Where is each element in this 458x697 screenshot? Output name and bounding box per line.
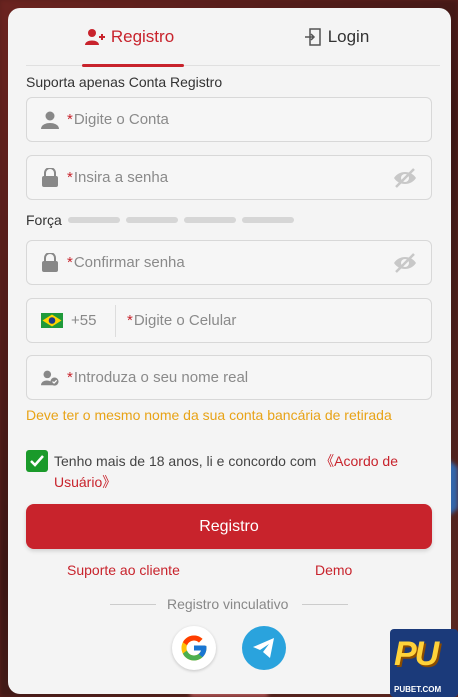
verified-user-icon bbox=[41, 368, 59, 388]
tab-register-label: Registro bbox=[110, 27, 175, 46]
divider-label: Registro vinculativo bbox=[167, 596, 289, 612]
password-input[interactable]: *Insira a senha bbox=[26, 155, 432, 200]
password-placeholder: Insira a senha bbox=[73, 169, 169, 186]
required-mark: * bbox=[127, 312, 133, 329]
password-strength: Força bbox=[26, 212, 294, 228]
tab-register[interactable]: Registro bbox=[26, 8, 233, 66]
strength-bar bbox=[241, 217, 294, 223]
required-mark: * bbox=[67, 169, 73, 186]
auth-tabs: Registro Login bbox=[26, 8, 440, 67]
eye-off-icon[interactable] bbox=[393, 167, 417, 189]
lock-icon bbox=[41, 168, 59, 188]
add-user-icon bbox=[84, 29, 105, 45]
support-link[interactable]: Suporte ao cliente bbox=[67, 562, 180, 578]
account-placeholder: Digite o Conta bbox=[73, 111, 169, 128]
strength-bar bbox=[67, 217, 120, 223]
login-door-icon bbox=[304, 28, 321, 46]
register-button[interactable]: Registro bbox=[26, 504, 432, 549]
support-label: Suporta apenas Conta Registro bbox=[26, 74, 223, 90]
lock-icon bbox=[41, 253, 59, 273]
phone-divider bbox=[115, 305, 116, 337]
tab-login-label: Login bbox=[327, 27, 370, 46]
google-icon bbox=[181, 635, 207, 661]
check-icon bbox=[30, 455, 44, 467]
divider-right bbox=[302, 604, 348, 605]
confirm-placeholder: Confirmar senha bbox=[73, 254, 185, 271]
real-name-placeholder: Introduza o seu nome real bbox=[73, 369, 249, 386]
tab-login[interactable]: Login bbox=[233, 8, 440, 66]
required-mark: * bbox=[67, 111, 73, 128]
divider-left bbox=[110, 604, 156, 605]
strength-label: Força bbox=[26, 212, 62, 228]
active-tab-indicator bbox=[82, 64, 184, 67]
terms-label: Tenho mais de 18 anos, li e concordo com bbox=[54, 453, 321, 469]
required-mark: * bbox=[67, 254, 73, 271]
terms-checkbox[interactable] bbox=[26, 450, 48, 472]
strength-bar bbox=[125, 217, 178, 223]
real-name-input[interactable]: *Introduza o seu nome real bbox=[26, 355, 432, 400]
user-icon bbox=[41, 110, 59, 130]
demo-link[interactable]: Demo bbox=[315, 562, 352, 578]
phone-placeholder: Digite o Celular bbox=[133, 312, 237, 329]
phone-country-code[interactable]: +55 bbox=[71, 312, 96, 329]
confirm-password-input[interactable]: *Confirmar senha bbox=[26, 240, 432, 285]
name-hint: Deve ter o mesmo nome da sua conta bancá… bbox=[26, 407, 392, 423]
brazil-flag-icon[interactable] bbox=[41, 313, 63, 328]
eye-off-icon[interactable] bbox=[393, 252, 417, 274]
telegram-login-button[interactable] bbox=[242, 626, 286, 670]
phone-input[interactable]: +55 *Digite o Celular bbox=[26, 298, 432, 343]
strength-bar bbox=[183, 217, 236, 223]
register-card: Registro Login Suporta apenas Conta Regi… bbox=[8, 8, 451, 694]
pubet-logo: PU PUBET.COM bbox=[390, 629, 458, 697]
logo-text: PU bbox=[394, 635, 439, 673]
account-input[interactable]: *Digite o Conta bbox=[26, 97, 432, 142]
logo-subtext: PUBET.COM bbox=[394, 685, 442, 694]
telegram-icon bbox=[253, 638, 274, 658]
required-mark: * bbox=[67, 369, 73, 386]
terms-text: Tenho mais de 18 anos, li e concordo com… bbox=[54, 451, 434, 493]
google-login-button[interactable] bbox=[172, 626, 216, 670]
